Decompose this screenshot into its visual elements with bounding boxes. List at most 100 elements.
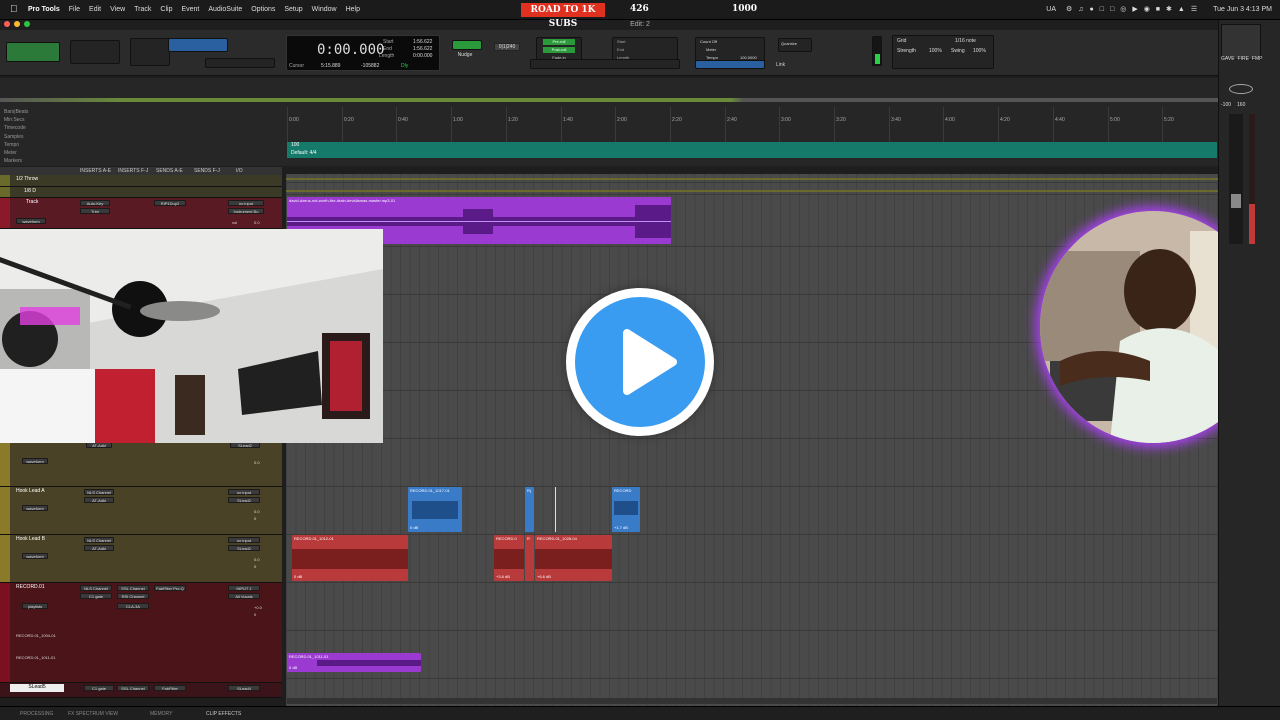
post-roll-button[interactable]: Post-roll bbox=[543, 47, 575, 53]
insert-slot[interactable]: SSL Channel bbox=[117, 585, 149, 591]
track-view-selector[interactable]: waveform bbox=[22, 505, 48, 511]
transport-buttons[interactable] bbox=[530, 59, 680, 69]
menu-options[interactable]: Options bbox=[251, 6, 275, 13]
insert-slot[interactable]: SSL Channel bbox=[117, 685, 149, 691]
length-value[interactable]: 0:00.000 bbox=[413, 53, 432, 59]
output-selector[interactable]: All Vocals bbox=[228, 593, 260, 599]
strength-value[interactable]: 100% bbox=[929, 48, 942, 54]
pan-value[interactable]: 0 bbox=[254, 516, 256, 521]
input-selector[interactable]: no input bbox=[228, 489, 260, 495]
input-selector[interactable]: no input bbox=[228, 200, 264, 206]
menu-audiosuite[interactable]: AudioSuite bbox=[208, 6, 242, 13]
track-beat[interactable]: Track Auto-Key Trim RIP1Dup2 no input In… bbox=[0, 198, 282, 229]
pre-roll-button[interactable]: Pre-roll bbox=[543, 39, 575, 45]
track-slead5[interactable]: SLead5 C1 gate SSL Channel FabFilter SLe… bbox=[0, 683, 282, 698]
tab-clip-effects[interactable]: CLIP EFFECTS bbox=[206, 711, 241, 717]
insert-slot[interactable]: C1 gate bbox=[84, 685, 114, 691]
menu-setup[interactable]: Setup bbox=[284, 6, 302, 13]
track-name[interactable]: Hook Lead B bbox=[16, 536, 45, 542]
mini-mixer-window[interactable] bbox=[1221, 24, 1261, 60]
track-view-selector[interactable]: waveform bbox=[22, 553, 48, 559]
menu-window[interactable]: Window bbox=[312, 6, 337, 13]
end-value[interactable]: 1:56.622 bbox=[413, 46, 432, 52]
lead-b-clip-3[interactable]: R bbox=[525, 535, 534, 581]
track-hook-lead-a[interactable]: Hook Lead A NLS Channel AT-Adkl no input… bbox=[0, 487, 282, 535]
meter-marker[interactable]: Default: 4/4 bbox=[291, 150, 317, 156]
tab-memory[interactable]: MEMORY bbox=[150, 711, 172, 717]
overview-strip[interactable] bbox=[0, 98, 1218, 102]
clip-gain[interactable]: +6.6 dB bbox=[537, 574, 551, 579]
send-slot[interactable]: CLA-3A bbox=[117, 603, 149, 609]
tempo-marker[interactable]: 100 bbox=[291, 142, 299, 148]
send-slot[interactable]: AT-Adkl bbox=[84, 497, 114, 503]
menu-clip[interactable]: Clip bbox=[160, 6, 172, 13]
video-play-button[interactable] bbox=[566, 288, 714, 436]
track-name[interactable]: Track bbox=[26, 199, 38, 205]
output-selector[interactable]: SLead4 bbox=[228, 685, 260, 691]
menu-view[interactable]: View bbox=[110, 6, 125, 13]
grid-value[interactable]: 0|1|240 bbox=[494, 43, 520, 51]
output-selector[interactable]: SLead2 bbox=[228, 497, 260, 503]
grid-note-value[interactable]: 1/16 note bbox=[955, 38, 976, 44]
output-selector[interactable]: SLead2 bbox=[228, 545, 260, 551]
volume-value[interactable]: 0.0 bbox=[254, 557, 260, 562]
output-selector[interactable]: Instrument Bu bbox=[228, 208, 264, 214]
delay-label[interactable]: Dly bbox=[401, 63, 408, 69]
grid-button[interactable] bbox=[452, 40, 482, 50]
menu-file[interactable]: File bbox=[69, 6, 80, 13]
track-record[interactable]: RECORD.01 NLS Channel C1 gate SSL Channe… bbox=[0, 583, 282, 683]
lead-a-clip-1[interactable]: RECORD.01_1017-01 0 dB bbox=[408, 487, 462, 532]
ua-icon[interactable]: UA bbox=[1046, 6, 1056, 13]
volume-value[interactable]: +0.0 bbox=[254, 605, 262, 610]
playlist-lane-name[interactable]: RECORD.01_1011-01 bbox=[16, 655, 56, 660]
input-selector[interactable]: INPUT 1 bbox=[228, 585, 260, 591]
send-slot[interactable]: FabFilter Pro-Q bbox=[154, 585, 186, 591]
apple-icon[interactable]:  bbox=[10, 4, 22, 16]
start-value[interactable]: 1:56.622 bbox=[413, 39, 432, 45]
insert-slot[interactable]: RSI Channel bbox=[117, 593, 149, 599]
send-slot[interactable]: RIP1Dup2 bbox=[154, 200, 186, 206]
volume-value[interactable]: 0.0 bbox=[254, 509, 260, 514]
ruler-samples[interactable]: Samples bbox=[4, 133, 28, 141]
track-view-selector[interactable]: waveform bbox=[16, 218, 46, 224]
zoom-controls[interactable] bbox=[70, 40, 120, 64]
meter-ruler-bar[interactable]: 100 Default: 4/4 bbox=[287, 142, 1217, 158]
track-throw[interactable]: 1/2 Throw bbox=[0, 175, 282, 187]
menu-edit[interactable]: Edit bbox=[89, 6, 101, 13]
ruler-meter[interactable]: Meter bbox=[4, 149, 28, 157]
track-name[interactable]: Hook Lead A bbox=[16, 488, 45, 494]
ruler-min-secs[interactable]: Min:Secs bbox=[4, 116, 28, 124]
lead-b-clip-1[interactable]: RECORD.01_1012-01 0 dB bbox=[292, 535, 408, 581]
track-name[interactable]: SLead5 bbox=[10, 684, 64, 692]
transport-toggles[interactable] bbox=[695, 60, 765, 69]
fader-handle[interactable] bbox=[1231, 194, 1241, 208]
insert-slot[interactable]: Auto-Key bbox=[80, 200, 110, 206]
tab-processing[interactable]: PROCESSING bbox=[20, 711, 53, 717]
ruler-bars-beats[interactable]: Bars|Beats bbox=[4, 108, 28, 116]
fader-track[interactable] bbox=[1229, 114, 1243, 244]
menu-app[interactable]: Pro Tools bbox=[28, 6, 60, 13]
clip-gain[interactable]: +3.6 dB bbox=[496, 574, 510, 579]
input-selector[interactable]: no input bbox=[228, 537, 260, 543]
main-counter[interactable]: 0:00.000 Start End Length 1:56.622 1:56.… bbox=[286, 35, 440, 71]
edit-mode-buttons[interactable] bbox=[6, 42, 60, 62]
insert-slot[interactable]: Trim bbox=[80, 208, 110, 214]
track-vocal-above[interactable]: AT-Adkl SLead2 waveform 0.0 bbox=[0, 440, 282, 487]
insert-slot[interactable]: NLS Channel bbox=[80, 585, 112, 591]
lead-a-clip-3[interactable]: RECORD +1.7 dB bbox=[612, 487, 640, 532]
search-icon[interactable] bbox=[1229, 84, 1253, 94]
clip-gain[interactable]: 0 dB bbox=[294, 574, 302, 579]
tab-fmp[interactable]: FMP bbox=[1252, 56, 1263, 62]
timeline-ruler[interactable]: 0:00 0:20 0:40 1:00 1:20 1:40 2:00 2:20 2:40 3:00… bbox=[287, 107, 1217, 145]
ruler-tempo[interactable]: Tempo bbox=[4, 141, 28, 149]
playlist-lane-name[interactable]: RECORD.01_1004-01 bbox=[16, 633, 56, 638]
pan-value[interactable]: 0 bbox=[254, 564, 256, 569]
swing-value[interactable]: 100% bbox=[973, 48, 986, 54]
track-view-selector[interactable]: waveform bbox=[22, 458, 48, 464]
zoom-presets[interactable] bbox=[130, 38, 170, 66]
insert-slot[interactable]: NLS Channel bbox=[84, 537, 114, 543]
count-off-label[interactable]: Count Off bbox=[700, 39, 717, 44]
record-clip[interactable]: RECORD.01_1011-01 0 dB bbox=[287, 653, 421, 672]
horizontal-scrollbar[interactable] bbox=[287, 698, 1217, 704]
lead-b-clip-4[interactable]: RECORD.01_1028-04 +6.6 dB bbox=[535, 535, 612, 581]
